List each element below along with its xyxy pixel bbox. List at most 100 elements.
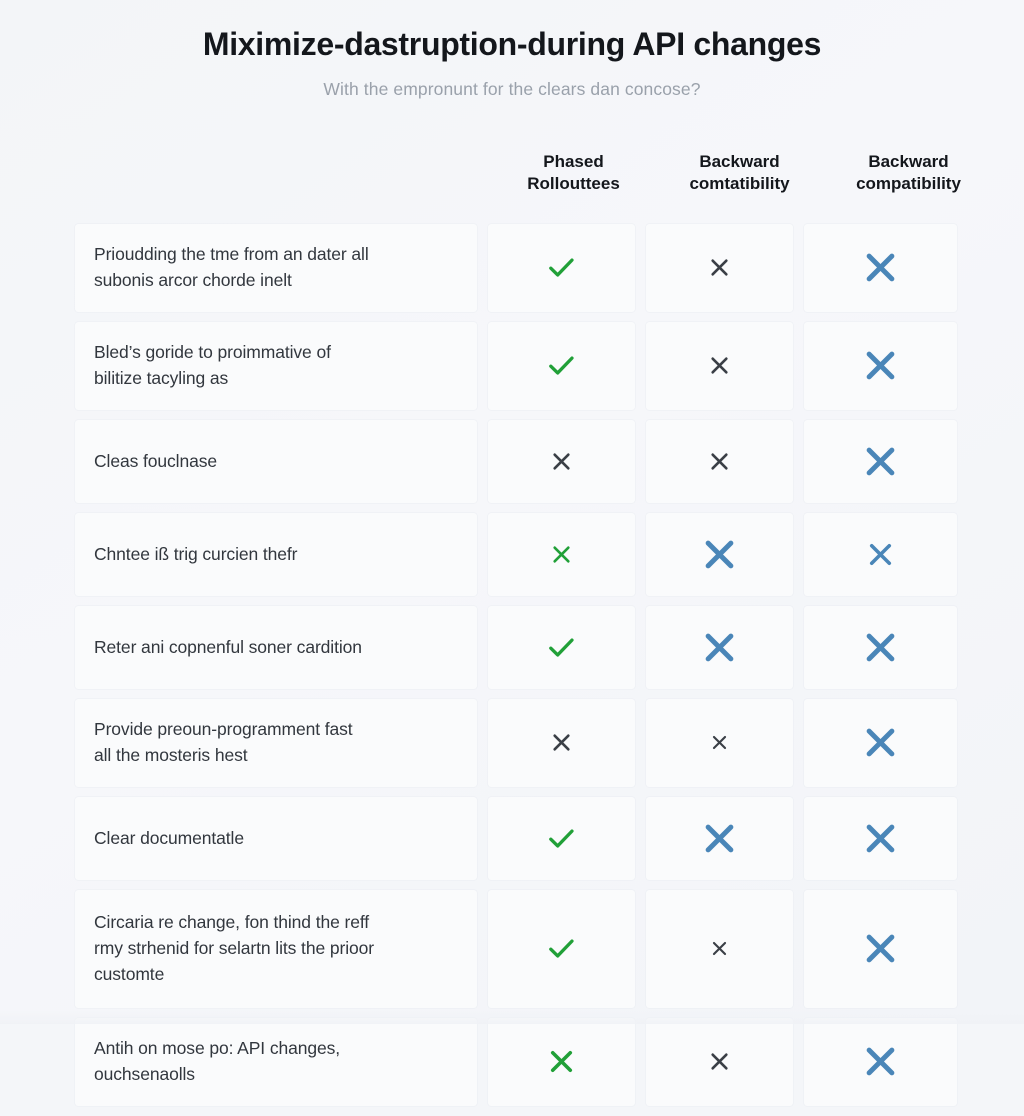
cross-icon xyxy=(863,348,898,383)
row-description-line: Prioudding the tme from an dater all xyxy=(94,244,369,265)
row-mark-cell xyxy=(646,512,793,596)
row-description-line: Cleas fouclnase xyxy=(94,450,218,471)
row-description-line: Reter ani copnenful soner cardition xyxy=(94,636,362,657)
column-header-description xyxy=(75,137,485,212)
cross-icon xyxy=(702,537,737,572)
table-row: Provide preoun-programment fast all the m… xyxy=(75,698,957,787)
check-icon xyxy=(548,355,575,376)
row-description-line: Provide preoun-programment fast xyxy=(94,719,353,740)
row-description-line: Chntee iß trig curcien thefr xyxy=(94,543,298,564)
row-description-cell: Provide preoun-programment fast all the m… xyxy=(75,698,477,787)
table-header-row: Phased Rollouttees Backward comtatibilit… xyxy=(75,137,961,212)
row-mark-cell xyxy=(804,1017,957,1106)
row-description-line: ouchsenaolls xyxy=(94,1063,195,1084)
column-header-line2: comtatibility xyxy=(689,174,790,194)
row-mark-cell xyxy=(804,796,957,880)
cross-icon xyxy=(863,725,898,760)
row-description-cell: Chntee iß trig curcien thefr xyxy=(75,512,477,596)
cross-icon xyxy=(548,1048,575,1075)
row-description-line: rmy strhenid for selartn lits the prioor xyxy=(94,938,374,959)
column-header-line2: compatibility xyxy=(856,174,961,194)
column-header-backward-compatibility: Backward compatibility xyxy=(828,137,989,212)
row-description-cell: Reter ani copnenful soner cardition xyxy=(75,605,477,689)
table-row: Cleas fouclnase xyxy=(75,419,957,503)
column-header-line1: Backward xyxy=(699,152,780,171)
cross-icon xyxy=(709,451,730,472)
row-description-text: Provide preoun-programment fast all the m… xyxy=(94,717,353,768)
row-description-line: Clear documentatle xyxy=(94,827,244,848)
cross-icon xyxy=(551,732,572,753)
row-description-text: Circaria re change, fon thind the reff rm… xyxy=(94,910,374,987)
check-icon xyxy=(548,828,575,849)
cross-icon xyxy=(551,544,572,565)
row-mark-cell xyxy=(804,605,957,689)
row-mark-cell xyxy=(488,223,635,312)
row-mark-cell xyxy=(804,698,957,787)
page-title: Miximize-dastruption-during API changes xyxy=(202,26,822,62)
row-description-line: subonis arcor chorde inelt xyxy=(94,269,292,290)
row-mark-cell xyxy=(646,223,793,312)
row-description-text: Prioudding the tme from an dater all subo… xyxy=(94,242,369,293)
row-mark-cell xyxy=(804,419,957,503)
row-description-text: Cleas fouclnase xyxy=(94,449,217,475)
row-description-text: Reter ani copnenful soner cardition xyxy=(94,635,362,661)
column-header-phased-rollouttees: Phased Rollouttees xyxy=(496,137,651,212)
check-icon xyxy=(548,257,575,278)
row-mark-cell xyxy=(804,223,957,312)
row-description-line: Circaria re change, fon thind the reff xyxy=(94,912,370,933)
table-row: Clear documentatle xyxy=(75,796,957,880)
column-header-backward-comtatibility: Backward comtatibility xyxy=(662,137,817,212)
row-mark-cell xyxy=(646,1017,793,1106)
cross-icon xyxy=(709,257,730,278)
check-icon xyxy=(548,938,575,959)
row-mark-cell xyxy=(488,605,635,689)
column-header-line1: Backward xyxy=(868,152,949,171)
page-header: Miximize-dastruption-during API changes … xyxy=(0,0,1024,100)
cross-icon xyxy=(702,630,737,665)
row-mark-cell xyxy=(488,796,635,880)
cross-icon xyxy=(863,444,898,479)
cross-icon xyxy=(867,541,894,568)
row-mark-cell xyxy=(488,321,635,410)
table-row: Prioudding the tme from an dater all subo… xyxy=(75,223,957,312)
table-row: Reter ani copnenful soner cardition xyxy=(75,605,957,689)
row-mark-cell xyxy=(488,889,635,1008)
comparison-table: Phased Rollouttees Backward comtatibilit… xyxy=(75,137,961,1116)
cross-icon xyxy=(711,940,728,957)
table-row: Circaria re change, fon thind the reff rm… xyxy=(75,889,957,1008)
row-description-text: Clear documentatle xyxy=(94,826,244,852)
row-description-cell: Clear documentatle xyxy=(75,796,477,880)
table-body: Prioudding the tme from an dater all subo… xyxy=(75,223,957,1106)
cross-icon xyxy=(702,821,737,856)
row-mark-cell xyxy=(646,796,793,880)
row-mark-cell xyxy=(646,605,793,689)
comparison-table-page: Miximize-dastruption-during API changes … xyxy=(0,0,1024,1106)
row-mark-cell xyxy=(646,321,793,410)
row-description-cell: Prioudding the tme from an dater all subo… xyxy=(75,223,477,312)
row-description-line: customte xyxy=(94,963,165,984)
cross-icon xyxy=(709,1051,730,1072)
row-description-text: Chntee iß trig curcien thefr xyxy=(94,542,298,568)
table-row: Antih on mose po: API changes, ouchsenaol… xyxy=(75,1017,957,1106)
table-row: Bled’s goride to proimmative of bilitize … xyxy=(75,321,957,410)
column-header-label: Backward comtatibility xyxy=(689,151,789,196)
column-header-label: Phased Rollouttees xyxy=(527,151,620,196)
cross-icon xyxy=(863,821,898,856)
cross-icon xyxy=(711,734,728,751)
cross-icon xyxy=(863,1044,898,1079)
cross-icon xyxy=(551,451,572,472)
row-description-text: Bled’s goride to proimmative of bilitize … xyxy=(94,340,331,391)
row-mark-cell xyxy=(488,512,635,596)
row-description-cell: Cleas fouclnase xyxy=(75,419,477,503)
row-description-cell: Bled’s goride to proimmative of bilitize … xyxy=(75,321,477,410)
row-mark-cell xyxy=(804,512,957,596)
column-header-line1: Phased xyxy=(543,152,604,171)
column-header-line2: Rollouttees xyxy=(527,174,620,194)
page-subtitle: With the empronunt for the clears dan co… xyxy=(323,78,701,99)
row-description-line: Antih on mose po: API changes, xyxy=(94,1038,341,1059)
row-description-cell: Antih on mose po: API changes, ouchsenaol… xyxy=(75,1017,477,1106)
table-row: Chntee iß trig curcien thefr xyxy=(75,512,957,596)
row-description-text: Antih on mose po: API changes, ouchsenaol… xyxy=(94,1036,340,1087)
row-description-line: bilitize tacyling as xyxy=(94,367,229,388)
row-description-line: all the mosteris hest xyxy=(94,744,248,765)
